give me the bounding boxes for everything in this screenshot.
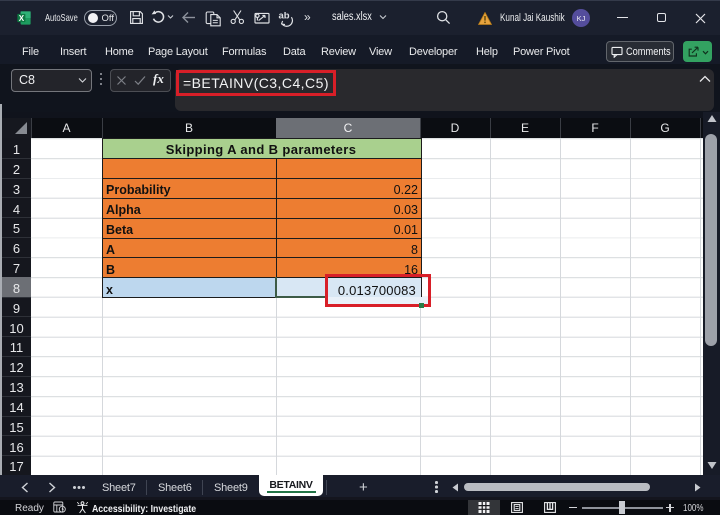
svg-text:X: X bbox=[19, 14, 25, 23]
svg-text:ab: ab bbox=[279, 11, 290, 22]
